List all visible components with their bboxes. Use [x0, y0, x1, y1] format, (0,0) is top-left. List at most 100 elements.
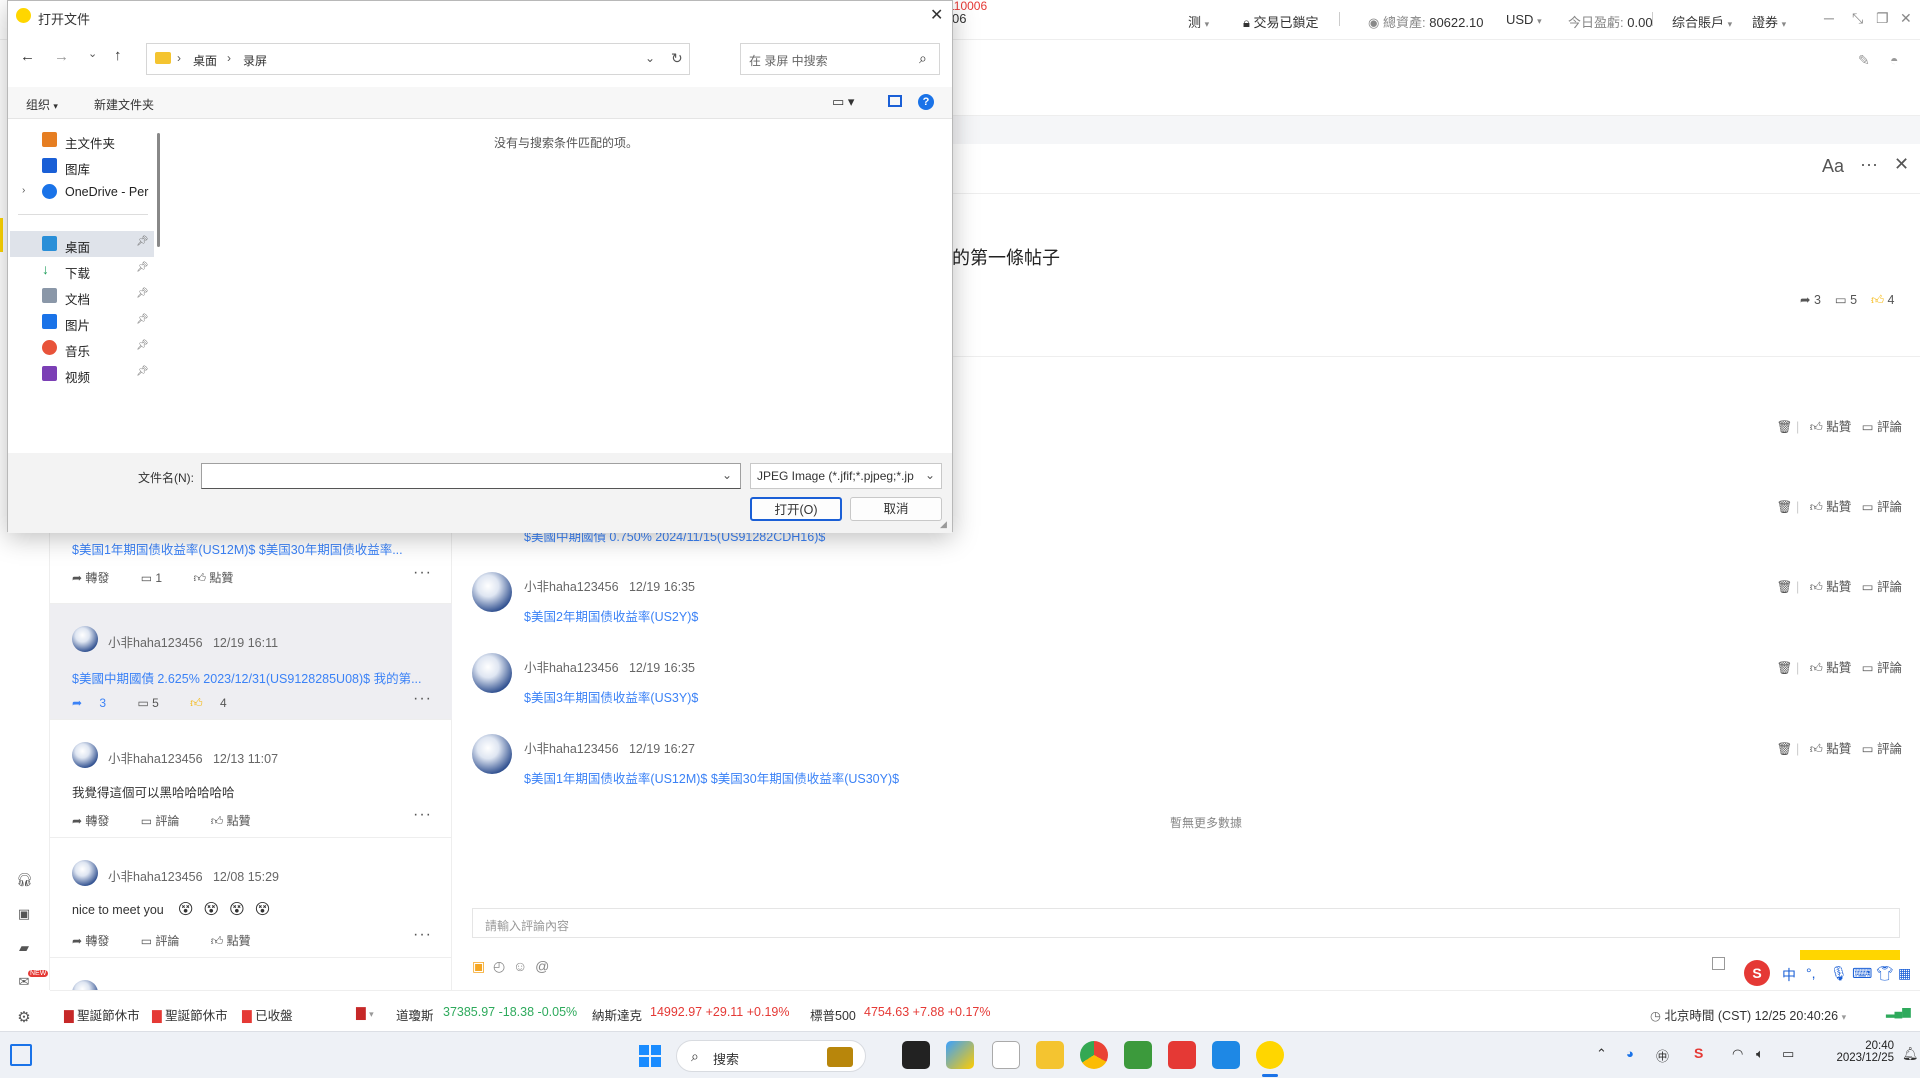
gear-icon[interactable]: ⚙	[16, 1008, 32, 1026]
post-text[interactable]: $美國中期國債 2.625% 2023/12/31(US9128285U08)$…	[72, 668, 421, 687]
more-icon[interactable]: ···	[413, 806, 432, 824]
comment-button[interactable]: ▭ 評論	[1862, 580, 1902, 594]
app-icon-blue[interactable]	[1212, 1041, 1240, 1069]
pin-icon[interactable]: 📌︎	[136, 236, 149, 247]
emoji-icon[interactable]: ☺	[513, 958, 527, 974]
organize-menu[interactable]: 组织 ▾	[26, 96, 58, 113]
nav-item-gallery[interactable]: 图库	[10, 153, 154, 179]
back-arrow-icon[interactable]: ←	[20, 48, 35, 65]
chart-app-icon[interactable]	[1124, 1041, 1152, 1069]
gift-icon[interactable]: ▣	[16, 906, 32, 922]
like-button[interactable]: 👍︎ 點贊	[193, 571, 247, 585]
file-icon[interactable]	[992, 1041, 1020, 1069]
like-button[interactable]: 👍︎ 點贊	[1810, 661, 1852, 675]
comment-button[interactable]: ▭ 5	[137, 696, 172, 710]
view-icon[interactable]: ▭ ▾	[832, 94, 854, 110]
pin-icon[interactable]: 📌︎	[136, 366, 149, 377]
nav-item-documents[interactable]: 文档 📌︎	[10, 283, 154, 309]
comment-button[interactable]: ▭ 評論	[141, 814, 194, 828]
path-box[interactable]: › 桌面 › 录屏 ⌄ ↻	[146, 43, 690, 75]
edit-icon[interactable]: ✎	[1858, 52, 1870, 69]
mic-icon[interactable]: 🎙︎	[1830, 965, 1848, 982]
currency-select[interactable]: USD ▾	[1506, 12, 1542, 27]
dialog-search-input[interactable]: 在 录屏 中搜索 ⌕	[740, 43, 940, 75]
list-item[interactable]: 小非haha123456 12/13 11:07 我覺得這個可以黑哈哈哈哈哈 ➦…	[50, 720, 452, 838]
comment-button[interactable]: ▭ 評論	[1862, 500, 1902, 514]
file-list-pane[interactable]: 没有与搜索条件匹配的项。	[164, 119, 952, 453]
font-size-icon[interactable]: Aa	[1822, 156, 1844, 177]
show-desktop-icon[interactable]	[10, 1044, 32, 1066]
open-button[interactable]: 打开(O)	[750, 497, 842, 521]
trash-icon[interactable]: 🗑︎	[1777, 420, 1793, 434]
nav-item-desktop[interactable]: 桌面 📌︎	[10, 231, 154, 257]
minimize-icon[interactable]: ─	[1824, 10, 1834, 26]
like-button[interactable]: 👍︎ 點贊	[1810, 500, 1852, 514]
nav-item-home[interactable]: 主文件夹	[10, 127, 154, 153]
share-button[interactable]: ➦ 3	[1800, 293, 1821, 307]
post-text[interactable]: $美国1年期国债收益率(US12M)$ $美国30年期国债收益率...	[72, 539, 403, 558]
more-icon[interactable]: ···	[413, 926, 432, 944]
grid-icon[interactable]: ▦	[1898, 965, 1911, 982]
breadcrumb-desktop[interactable]: 桌面	[193, 52, 217, 69]
breadcrumb-recordings[interactable]: 录屏	[243, 52, 267, 69]
close-icon[interactable]: ✕	[1900, 10, 1912, 27]
comment-button[interactable]: ▭ 評論	[141, 934, 194, 948]
comment-button[interactable]: ▭ 評論	[1862, 420, 1902, 434]
notification-icon[interactable]: 🔔︎	[1902, 1046, 1919, 1062]
preview-pane-icon[interactable]	[888, 95, 902, 107]
new-folder-button[interactable]: 新建文件夹	[94, 96, 154, 113]
more-icon[interactable]: ···	[413, 690, 432, 708]
comment-button[interactable]: ▭ 1	[141, 571, 176, 585]
comment-button[interactable]: ▭ 評論	[1862, 661, 1902, 675]
restore-icon[interactable]: ❐	[1876, 10, 1889, 27]
skin-icon[interactable]: 👕︎	[1876, 965, 1894, 982]
filename-input[interactable]: ⌄	[201, 463, 741, 489]
chevron-right-icon[interactable]: ›	[22, 185, 25, 196]
comment-input[interactable]: 請輸入評論內容	[472, 908, 1900, 938]
sogou-icon[interactable]: S	[1744, 960, 1770, 986]
xmind-icon[interactable]	[1168, 1041, 1196, 1069]
chevron-down-icon[interactable]: ⌄	[722, 468, 732, 482]
taskbar-clock[interactable]: 20:40 2023/12/25	[1824, 1040, 1894, 1064]
more-icon[interactable]: ···	[1860, 154, 1878, 175]
chart-icon[interactable]: ◴	[493, 958, 505, 974]
wifi-icon[interactable]: ◠	[1732, 1046, 1743, 1062]
user-menu[interactable]: 测 ▾	[1188, 12, 1209, 31]
folder-icon[interactable]	[1036, 1041, 1064, 1069]
share-button[interactable]: ➦ 轉發	[72, 814, 123, 828]
recent-chevron-icon[interactable]: ⌄	[88, 47, 97, 60]
ime-tray-icon[interactable]: ㊥	[1656, 1046, 1669, 1065]
trash-icon[interactable]: 🗑︎	[1777, 500, 1793, 514]
like-button[interactable]: 👍︎ 點贊	[211, 814, 265, 828]
up-arrow-icon[interactable]: ↑	[114, 47, 122, 64]
nav-item-pictures[interactable]: 图片 📌︎	[10, 309, 154, 335]
volume-icon[interactable]: 🔈︎	[1756, 1046, 1764, 1062]
more-icon[interactable]: ···	[413, 564, 432, 582]
pin-icon[interactable]: 📌︎	[136, 340, 149, 351]
moomoo-icon[interactable]	[1256, 1041, 1284, 1069]
account-select[interactable]: 综合賬戶 ▾	[1672, 12, 1732, 31]
app-icon-feishu[interactable]	[946, 1041, 974, 1069]
list-item[interactable]: 小非haha123456 12/19 16:11 $美國中期國債 2.625% …	[50, 604, 452, 720]
pin-icon[interactable]: 📌︎	[136, 288, 149, 299]
comment-text[interactable]: $美国2年期国债收益率(US2Y)$	[524, 606, 698, 625]
like-button[interactable]: 👍︎ 點贊	[1810, 580, 1852, 594]
tray-app-icon[interactable]: ◕	[1626, 1046, 1634, 1061]
chevron-down-icon[interactable]: ⌄	[645, 51, 655, 65]
trade-lock-toggle[interactable]: 🔒︎ 交易已鎖定	[1243, 12, 1319, 31]
pin-icon[interactable]: 📌︎	[136, 314, 149, 325]
comment-text[interactable]: $美国3年期国债收益率(US3Y)$	[524, 687, 698, 706]
chevron-up-icon[interactable]: ⌃	[1596, 1046, 1607, 1062]
shrink-icon[interactable]: ⤡	[1852, 10, 1863, 27]
sogou-tray-icon[interactable]: S	[1694, 1045, 1703, 1061]
chrome-icon[interactable]	[1080, 1041, 1108, 1069]
message-icon[interactable]: ◓	[1890, 52, 1898, 68]
battery-icon[interactable]: ▭	[1782, 1046, 1794, 1062]
filetype-select[interactable]: JPEG Image (*.jfif;*.pjpeg;*.jp ⌄	[750, 463, 942, 489]
share-button[interactable]: ➦ 3	[72, 696, 120, 710]
comment-text[interactable]: $美国1年期国债收益率(US12M)$ $美国30年期国债收益率(US30Y)$	[524, 768, 899, 787]
resize-grip-icon[interactable]: ◢	[940, 519, 947, 530]
trash-icon[interactable]: 🗑︎	[1777, 661, 1793, 675]
share-button[interactable]: ➦ 轉發	[72, 934, 123, 948]
like-button[interactable]: 👍︎ 點贊	[1810, 742, 1852, 756]
